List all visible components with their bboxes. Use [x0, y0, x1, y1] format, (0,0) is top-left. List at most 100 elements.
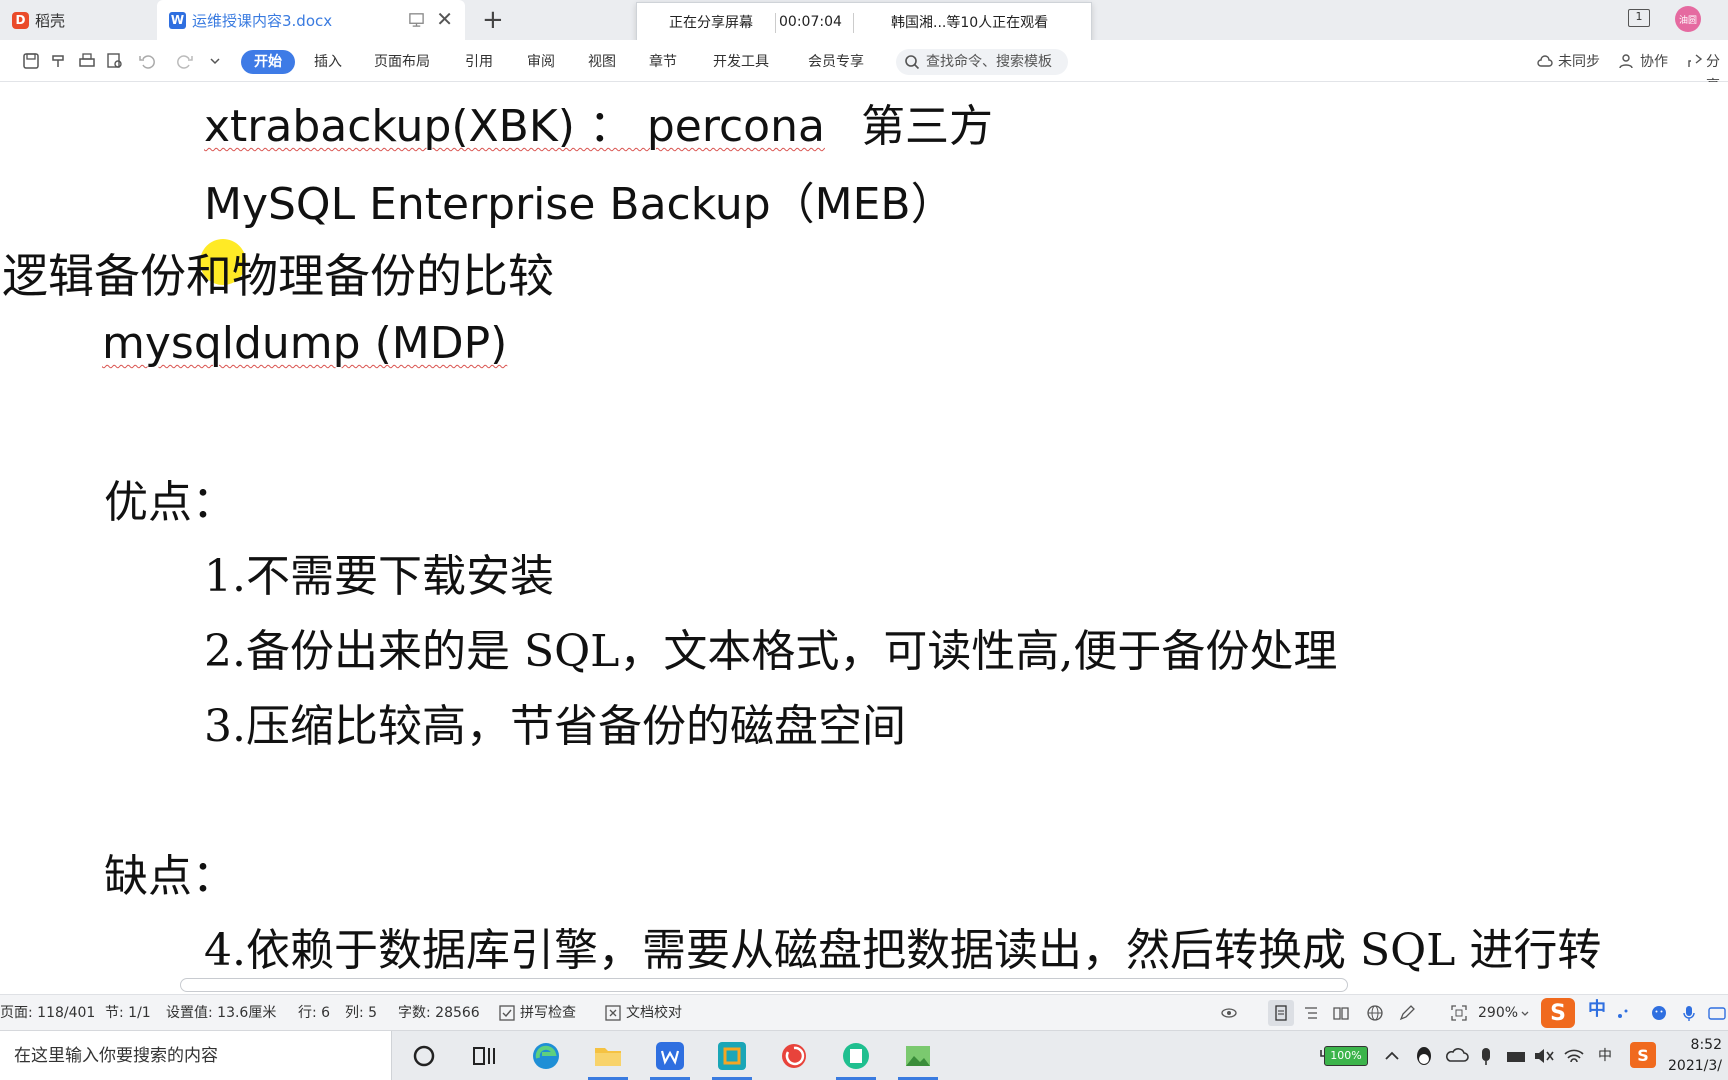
collaborate-button[interactable]: 协作 — [1640, 50, 1668, 74]
tab-review[interactable]: 审阅 — [527, 50, 555, 74]
page-view-icon[interactable] — [1272, 1004, 1290, 1022]
image-app-icon[interactable] — [902, 1040, 934, 1072]
doc-line-mysqldump: mysqldump (MDP) — [102, 318, 508, 369]
snail-app-icon[interactable] — [778, 1040, 810, 1072]
onedrive-icon[interactable] — [1444, 1040, 1470, 1072]
doc-line-xtrabackup-text: xtrabackup(XBK) ： percona — [204, 101, 825, 152]
horizontal-scrollbar[interactable] — [180, 978, 1348, 992]
edge-browser-icon[interactable] — [530, 1040, 562, 1072]
tab-insert[interactable]: 插入 — [314, 50, 342, 74]
title-tab-bar: D 稻壳 W 运维授课内容3.docx ✕ + 正在分享屏幕 00:07:04 … — [0, 0, 1728, 42]
microphone-icon[interactable] — [1476, 1040, 1496, 1072]
status-column: 列: 5 — [345, 1005, 378, 1021]
screen-share-banner: 正在分享屏幕 00:07:04 韩国湘...等10人正在观看 — [636, 2, 1092, 42]
undo-icon[interactable] — [138, 52, 156, 70]
document-canvas[interactable]: xtrabackup(XBK) ： percona 第三方 MySQL Ente… — [0, 82, 1728, 978]
eye-protection-icon[interactable] — [1220, 1004, 1238, 1022]
sync-status[interactable]: 未同步 — [1558, 50, 1600, 74]
file-explorer-icon[interactable] — [592, 1040, 624, 1072]
tab-home-label: 稻壳 — [35, 11, 66, 30]
doc-pro-1: 1.不需要下载安装 — [204, 551, 554, 602]
web-view-icon[interactable] — [1366, 1004, 1384, 1022]
speaker-muted-icon[interactable] — [1532, 1040, 1556, 1072]
sogou-tray-icon[interactable]: S — [1630, 1042, 1656, 1068]
avatar[interactable]: 油圆 — [1675, 6, 1701, 32]
wifi-icon[interactable] — [1562, 1040, 1586, 1072]
save-icon[interactable] — [22, 52, 40, 70]
keyboard-icon[interactable] — [1708, 1004, 1726, 1022]
wps-writer-icon: W — [169, 11, 186, 29]
reading-view-icon[interactable] — [1332, 1004, 1350, 1022]
taskbar-search-input[interactable]: 在这里输入你要搜索的内容 — [0, 1031, 392, 1080]
tab-home[interactable]: D 稻壳 — [0, 0, 155, 40]
cloud-sync-icon — [1537, 55, 1553, 67]
qq-icon[interactable] — [1412, 1040, 1436, 1072]
notes-app-icon[interactable] — [840, 1040, 872, 1072]
cortana-icon[interactable] — [408, 1040, 440, 1072]
status-section: 节: 1/1 — [105, 1005, 151, 1021]
clock-time: 8:52 — [1690, 1037, 1722, 1053]
pen-icon[interactable] — [1398, 1004, 1416, 1022]
new-tab-button[interactable]: + — [482, 4, 504, 36]
fit-page-icon[interactable] — [1450, 1004, 1468, 1022]
tab-developer[interactable]: 开发工具 — [713, 50, 769, 74]
emoji-icon[interactable] — [1650, 1004, 1668, 1022]
tab-member[interactable]: 会员专享 — [808, 50, 864, 74]
spellcheck-button[interactable]: 拼写检查 — [520, 1004, 576, 1022]
monitor-icon[interactable] — [408, 11, 425, 28]
tab-page-layout[interactable]: 页面布局 — [374, 50, 430, 74]
format-painter-icon[interactable] — [50, 52, 68, 70]
print-preview-icon[interactable] — [106, 52, 124, 70]
tab-view[interactable]: 视图 — [588, 50, 616, 74]
share-timer: 00:07:04 — [779, 14, 842, 30]
meeting-app-icon[interactable] — [716, 1040, 748, 1072]
close-tab-icon[interactable]: ✕ — [436, 8, 453, 30]
task-view-icon[interactable] — [468, 1040, 500, 1072]
sogou-ime-icon[interactable]: S — [1541, 998, 1575, 1028]
window-count-indicator[interactable]: 1 — [1628, 9, 1650, 27]
battery-indicator[interactable]: 100% — [1324, 1046, 1368, 1066]
clock-date: 2021/3/ — [1668, 1058, 1722, 1074]
status-wordcount[interactable]: 字数: 28566 — [398, 1004, 480, 1022]
chevron-down-icon[interactable] — [206, 52, 224, 70]
ime-mode[interactable]: 中 — [1588, 1001, 1606, 1019]
doc-cons-title: 缺点： — [104, 851, 236, 902]
tab-references[interactable]: 引用 — [465, 50, 493, 74]
ribbon-toolbar: 开始 插入 页面布局 引用 审阅 视图 章节 开发工具 会员专享 查找命令、搜索… — [0, 40, 1728, 94]
doc-line-third-party: 第三方 — [860, 101, 993, 152]
network-icon[interactable] — [1504, 1040, 1528, 1072]
status-bar: 页面: 118/401 节: 1/1 设置值: 13.6厘米 行: 6 列: 5… — [0, 994, 1728, 1030]
redo-icon[interactable] — [176, 52, 194, 70]
print-icon[interactable] — [78, 52, 96, 70]
command-search-input[interactable]: 查找命令、搜索模板 — [896, 49, 1068, 75]
chevron-down-icon[interactable] — [1520, 1004, 1530, 1022]
tray-ime-mode[interactable]: 中 — [1598, 1045, 1612, 1065]
share-status: 正在分享屏幕 — [669, 15, 753, 31]
punctuation-icon[interactable] — [1614, 1004, 1632, 1022]
windows-taskbar: 在这里输入你要搜索的内容 100% 中 S 8:52 2021/3/ — [0, 1030, 1728, 1080]
tab-chapter[interactable]: 章节 — [649, 50, 677, 74]
collaborate-icon — [1619, 54, 1633, 69]
doc-con-4: 4.依赖于数据库引擎，需要从磁盘把数据读出，然后转换成 SQL 进行转 — [204, 925, 1602, 976]
status-row: 行: 6 — [298, 1005, 331, 1021]
docer-logo-icon: D — [12, 11, 29, 29]
divider — [853, 13, 854, 33]
chevron-up-icon[interactable] — [1382, 1040, 1402, 1072]
zoom-level[interactable]: 290% — [1478, 1004, 1518, 1022]
doc-pro-2: 2.备份出来的是 SQL，文本格式，可读性高,便于备份处理 — [204, 626, 1338, 677]
doc-line-meb: MySQL Enterprise Backup（MEB） — [204, 179, 955, 230]
outline-view-icon[interactable] — [1302, 1004, 1320, 1022]
proofread-icon — [605, 1005, 621, 1021]
system-clock[interactable]: 8:52 2021/3/ — [1668, 1035, 1722, 1077]
doc-pros-title: 优点： — [104, 477, 236, 528]
microphone-icon[interactable] — [1680, 1004, 1698, 1022]
command-search-placeholder: 查找命令、搜索模板 — [926, 54, 1052, 70]
tab-document[interactable]: W 运维授课内容3.docx ✕ — [157, 0, 465, 40]
tab-start[interactable]: 开始 — [241, 50, 295, 74]
status-page[interactable]: 页面: 118/401 — [0, 1004, 95, 1022]
divider — [775, 13, 776, 33]
proofread-button[interactable]: 文档校对 — [626, 1004, 682, 1022]
share-viewers[interactable]: 韩国湘...等10人正在观看 — [891, 12, 1048, 32]
doc-line-xtrabackup: xtrabackup(XBK) ： percona 第三方 — [204, 90, 993, 154]
wps-taskbar-icon[interactable] — [654, 1040, 686, 1072]
